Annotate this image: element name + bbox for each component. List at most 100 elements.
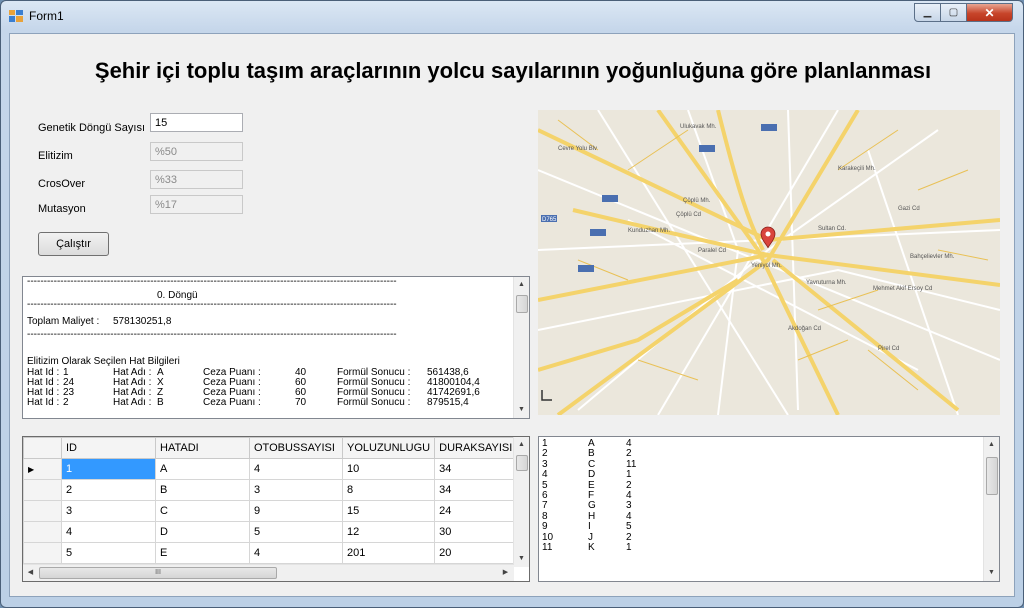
map-label: Ulukavak Mh. bbox=[680, 124, 717, 130]
table-cell[interactable]: 4 bbox=[61, 521, 156, 543]
list-item-value: 11 bbox=[542, 542, 553, 553]
row-header[interactable] bbox=[23, 500, 62, 522]
table-cell[interactable]: B bbox=[155, 479, 250, 501]
map-label: Bahçelievler Mh. bbox=[910, 254, 955, 260]
table-cell[interactable]: 15 bbox=[341, 500, 436, 522]
table-cell[interactable]: D bbox=[155, 521, 250, 543]
table-cell[interactable]: 34 bbox=[434, 479, 522, 501]
scroll-up-arrow-icon[interactable]: ▲ bbox=[984, 437, 999, 453]
form-window: Form1 ▁ ▢ ✕ Şehir içi toplu taşım araçla… bbox=[0, 0, 1024, 608]
map-label: Yavruturna Mh. bbox=[806, 280, 847, 286]
table-cell[interactable]: 4 bbox=[249, 458, 343, 480]
list-item-value: 1 bbox=[626, 469, 632, 481]
row-header[interactable] bbox=[23, 521, 62, 543]
table-cell[interactable]: 34 bbox=[434, 458, 522, 480]
map-label: Paralel Cd bbox=[698, 248, 726, 254]
table-cell[interactable]: 9 bbox=[249, 500, 343, 522]
map-label: Akdoğan Cd bbox=[788, 326, 821, 332]
table-cell[interactable]: 10 bbox=[341, 458, 436, 480]
list-scrollbar[interactable]: ▲ ▼ bbox=[983, 437, 999, 581]
map-label: D765 bbox=[542, 217, 557, 223]
list-item-value: G bbox=[588, 500, 596, 512]
log-separator: ----------------------------------------… bbox=[27, 329, 397, 340]
map-label: Kunduzhan Mh. bbox=[628, 228, 670, 234]
list-item-value: 2 bbox=[626, 448, 632, 460]
table-cell[interactable]: C bbox=[155, 500, 250, 522]
list-item-value: I bbox=[588, 521, 591, 533]
table-row[interactable]: 2 B 3 8 34 bbox=[23, 479, 522, 501]
mutation-field bbox=[150, 195, 243, 214]
table-row[interactable]: 5 E 4 201 20 bbox=[23, 542, 522, 564]
scroll-thumb[interactable]: III bbox=[39, 567, 277, 579]
list-item-value: B bbox=[588, 448, 595, 460]
cycles-input[interactable] bbox=[150, 113, 243, 132]
table-cell[interactable]: 3 bbox=[61, 500, 156, 522]
minimize-button[interactable]: ▁ bbox=[914, 3, 941, 22]
table-cell[interactable]: 5 bbox=[61, 542, 156, 564]
scroll-up-arrow-icon[interactable]: ▲ bbox=[514, 437, 529, 453]
run-button[interactable]: Çalıştır bbox=[38, 232, 109, 256]
scroll-right-arrow-icon[interactable]: ▶ bbox=[498, 565, 513, 581]
cycles-label: Genetik Döngü Sayısı bbox=[38, 122, 146, 134]
list-item-value: 4 bbox=[542, 469, 548, 481]
log-row-id: 2 bbox=[63, 397, 69, 408]
column-header-id[interactable]: ID bbox=[61, 437, 156, 459]
row-header-corner bbox=[23, 437, 62, 459]
scroll-down-arrow-icon[interactable]: ▼ bbox=[514, 551, 529, 567]
total-cost-label: Toplam Maliyet : bbox=[27, 316, 100, 327]
column-header-otobussayisi[interactable]: OTOBUSSAYISI bbox=[249, 437, 343, 459]
column-header-hatadi[interactable]: HATADI bbox=[155, 437, 250, 459]
row-header[interactable]: ▶ bbox=[23, 458, 62, 480]
list-item-value: 2 bbox=[542, 448, 548, 460]
scroll-left-arrow-icon[interactable]: ◀ bbox=[23, 565, 38, 581]
table-row[interactable]: 3 C 9 15 24 bbox=[23, 500, 522, 522]
column-header-duraksayisi[interactable]: DURAKSAYISI bbox=[434, 437, 522, 459]
table-cell[interactable]: E bbox=[155, 542, 250, 564]
table-cell[interactable]: 12 bbox=[341, 521, 436, 543]
log-textbox[interactable]: ----------------------------------------… bbox=[22, 276, 530, 419]
scroll-thumb[interactable] bbox=[516, 455, 528, 471]
row-header[interactable] bbox=[23, 479, 62, 501]
row-header[interactable] bbox=[23, 542, 62, 564]
log-row-id-label: Hat Id : bbox=[27, 397, 60, 408]
title-bar[interactable]: Form1 ▁ ▢ ✕ bbox=[1, 1, 1023, 31]
map-label: Çöplü Mh. bbox=[683, 198, 711, 204]
routes-data-grid[interactable]: ID HATADI OTOBUSSAYISI YOLUZUNLUGU DURAK… bbox=[22, 436, 530, 582]
elitism-field bbox=[150, 142, 243, 161]
run-button-label: Çalıştır bbox=[56, 238, 91, 250]
column-header-yoluzunlugu[interactable]: YOLUZUNLUGU bbox=[341, 437, 436, 459]
scroll-down-arrow-icon[interactable]: ▼ bbox=[514, 402, 529, 418]
log-separator: ----------------------------------------… bbox=[27, 276, 397, 287]
table-cell[interactable]: 4 bbox=[249, 542, 343, 564]
table-cell[interactable]: 30 bbox=[434, 521, 522, 543]
list-item-value: 9 bbox=[542, 521, 548, 533]
log-scrollbar[interactable]: ▲ ▼ bbox=[513, 277, 529, 418]
close-button[interactable]: ✕ bbox=[967, 3, 1013, 22]
maximize-button[interactable]: ▢ bbox=[941, 3, 967, 22]
list-item-value: D bbox=[588, 469, 596, 481]
table-cell[interactable]: A bbox=[155, 458, 250, 480]
scroll-thumb[interactable] bbox=[986, 457, 998, 495]
grid-vscrollbar[interactable]: ▲ ▼ bbox=[513, 437, 529, 567]
elitism-label: Elitizim bbox=[38, 150, 73, 162]
list-item-value: 5 bbox=[626, 521, 632, 533]
table-row[interactable]: ▶ 1 A 4 10 34 bbox=[23, 458, 522, 480]
table-cell[interactable]: 8 bbox=[341, 479, 436, 501]
table-cell[interactable]: 1 bbox=[61, 458, 156, 480]
table-cell[interactable]: 20 bbox=[434, 542, 522, 564]
table-cell[interactable]: 5 bbox=[249, 521, 343, 543]
route-list-box[interactable]: 1 A 4 2 B 2 3 C 11 4 D 1 5 E 2 6 F 4 7 G 3 8 H 4 9 I 5 10 J 2 11 K 1 ▲ ▼ bbox=[538, 436, 1000, 582]
table-cell[interactable]: 24 bbox=[434, 500, 522, 522]
list-item-value: 7 bbox=[542, 500, 548, 512]
elite-header: Elitizim Olarak Seçilen Hat Bilgileri bbox=[27, 356, 180, 367]
scroll-up-arrow-icon[interactable]: ▲ bbox=[514, 277, 529, 293]
table-cell[interactable]: 3 bbox=[249, 479, 343, 501]
table-row[interactable]: 4 D 5 12 30 bbox=[23, 521, 522, 543]
table-cell[interactable]: 201 bbox=[341, 542, 436, 564]
log-row-penalty-label: Ceza Puanı : bbox=[203, 397, 261, 408]
grid-hscrollbar[interactable]: ◀ III ▶ bbox=[23, 564, 514, 581]
map-view[interactable]: Ulukavak Mh. Karakeçili Mh. Çöplü Mh. Ku… bbox=[538, 110, 1000, 415]
table-cell[interactable]: 2 bbox=[61, 479, 156, 501]
scroll-down-arrow-icon[interactable]: ▼ bbox=[984, 565, 999, 581]
scroll-thumb[interactable] bbox=[516, 295, 528, 313]
